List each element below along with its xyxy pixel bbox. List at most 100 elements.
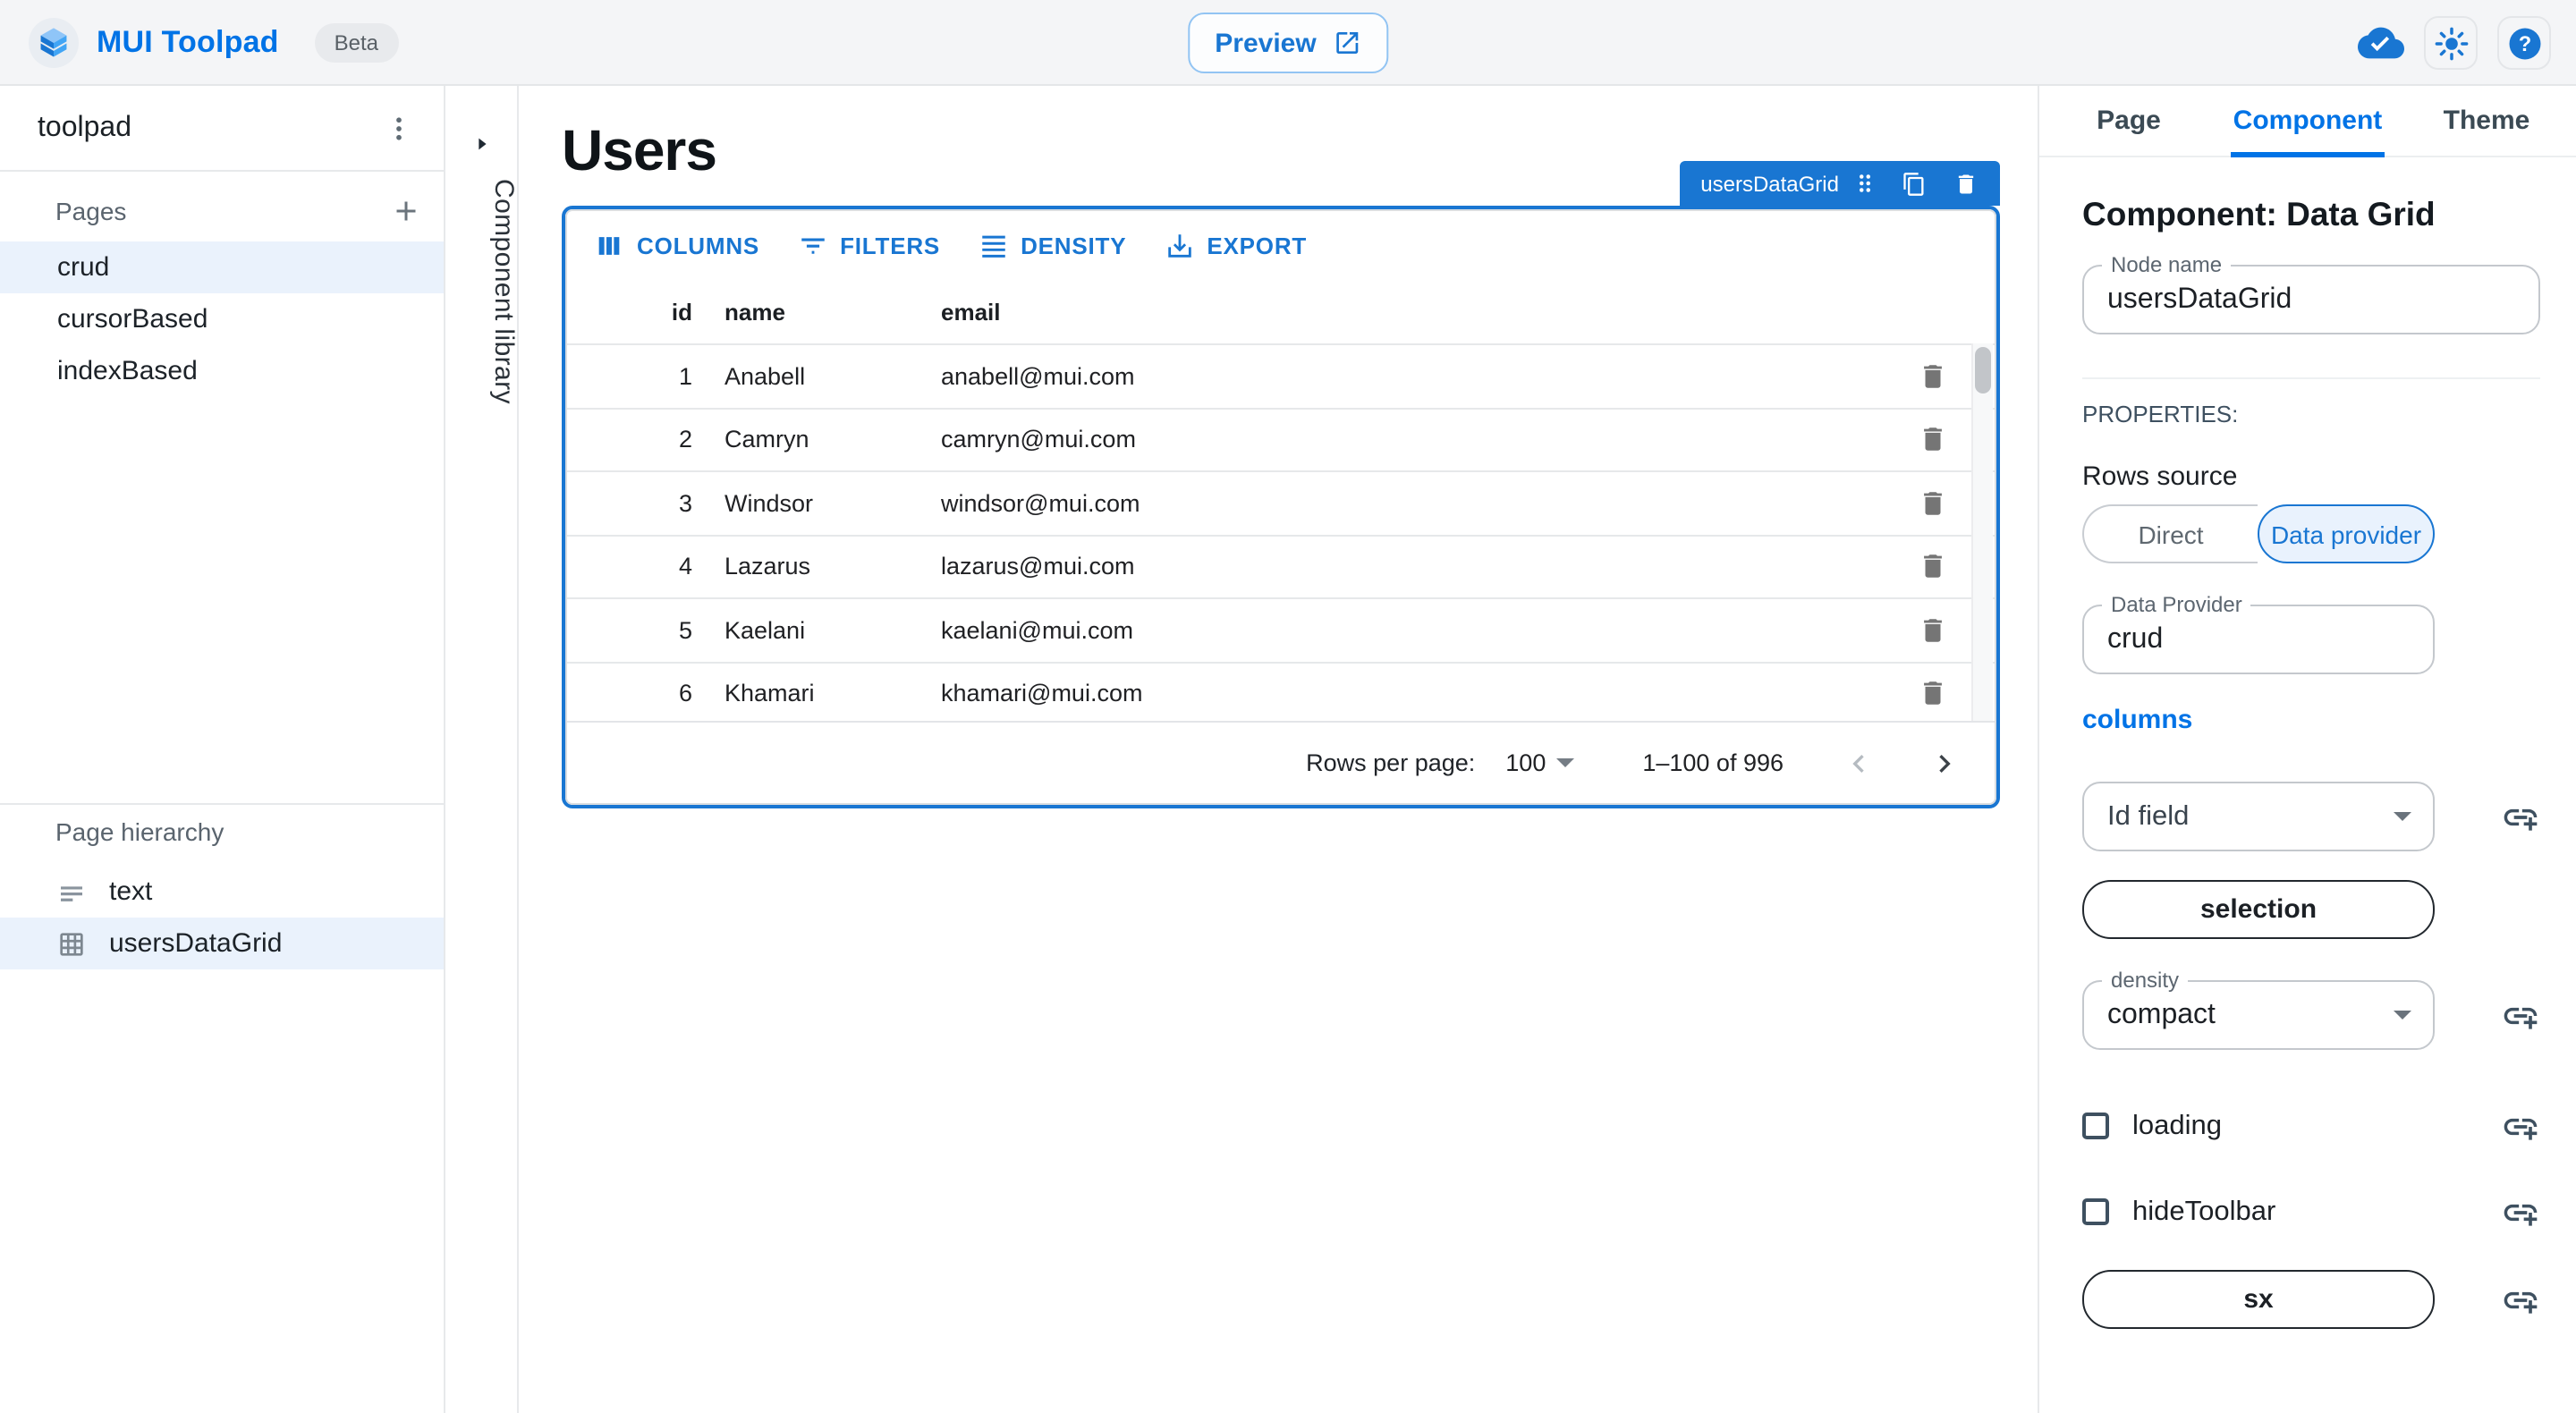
grid-toolbar-filters-button[interactable]: FILTERS <box>781 221 956 269</box>
project-menu-button[interactable] <box>383 112 415 144</box>
cell-name: Kaelani <box>724 617 941 644</box>
grid-toolbar-density-button[interactable]: DENSITY <box>962 221 1142 269</box>
cell-email: camryn@mui.com <box>941 427 1918 453</box>
hierarchy-item-usersDataGrid[interactable]: usersDataGrid <box>0 918 444 969</box>
grid-row[interactable]: 6 Khamari khamari@mui.com <box>567 661 1995 721</box>
tab-page[interactable]: Page <box>2039 86 2218 156</box>
cell-name: Lazarus <box>724 554 941 580</box>
node-name-label: Node name <box>2102 252 2231 277</box>
bind-density-button[interactable] <box>2501 995 2540 1035</box>
columns-icon <box>594 230 624 260</box>
drag-handle-icon[interactable] <box>1852 170 1878 197</box>
trash-icon <box>1918 425 1948 455</box>
component-library-expand-button[interactable] <box>445 125 519 161</box>
column-header-id[interactable]: id <box>581 298 692 325</box>
selection-button[interactable]: selection <box>2082 880 2435 939</box>
bind-hide-toolbar-button[interactable] <box>2501 1192 2540 1231</box>
bind-loading-button[interactable] <box>2501 1106 2540 1146</box>
component-library-label: Component library <box>445 179 519 404</box>
add-page-button[interactable] <box>390 195 422 227</box>
rows-source-direct-button[interactable]: Direct <box>2082 504 2258 563</box>
node-name-field[interactable]: Node name usersDataGrid <box>2082 265 2540 334</box>
cloud-synced-icon <box>2358 20 2404 66</box>
rows-per-page-select[interactable]: 100 <box>1505 749 1574 776</box>
id-field-value: Id field <box>2107 800 2189 833</box>
data-provider-value: crud <box>2107 623 2163 656</box>
column-header-email[interactable]: email <box>941 298 1995 325</box>
hierarchy-item-label: usersDataGrid <box>109 928 282 959</box>
help-button[interactable]: ? <box>2497 16 2551 70</box>
cell-id: 2 <box>581 427 692 453</box>
column-header-name[interactable]: name <box>724 298 941 325</box>
hide-toolbar-label: hideToolbar <box>2132 1196 2275 1228</box>
grid-toolbar-export-button[interactable]: EXPORT <box>1148 221 1323 269</box>
tab-theme[interactable]: Theme <box>2397 86 2576 156</box>
datagrid: COLUMNS FILTERS DENSITY EXPORT id nameema… <box>565 209 1996 805</box>
density-label: density <box>2102 968 2188 993</box>
beta-badge: Beta <box>315 22 398 62</box>
hierarchy-item-text[interactable]: text <box>0 866 444 918</box>
grid-row[interactable]: 2 Camryn camryn@mui.com <box>567 407 1995 470</box>
data-provider-field[interactable]: Data Provider crud <box>2082 605 2435 674</box>
previous-page-button[interactable] <box>1841 745 1877 781</box>
project-header: toolpad <box>0 86 444 172</box>
page-hierarchy-header: Page hierarchy <box>0 808 444 855</box>
text-component-icon <box>57 877 86 906</box>
delete-component-button[interactable] <box>1953 171 1979 196</box>
theme-toggle-button[interactable] <box>2424 16 2478 70</box>
loading-row: loading <box>2082 1096 2540 1155</box>
grid-row[interactable]: 3 Windsor windsor@mui.com <box>567 470 1995 534</box>
vertical-scrollbar-track <box>1971 343 1993 721</box>
datagrid-footer: Rows per page: 100 1–100 of 996 <box>567 721 1995 803</box>
sidebar-page-crud[interactable]: crud <box>0 241 444 293</box>
row-delete-button[interactable] <box>1918 679 1948 709</box>
vertical-scrollbar-thumb[interactable] <box>1975 347 1991 393</box>
grid-toolbar-columns-button[interactable]: COLUMNS <box>578 221 775 269</box>
toolpad-editor: MUI Toolpad Beta Preview ? <box>0 0 2576 1413</box>
bind-sx-button[interactable] <box>2501 1280 2540 1319</box>
next-page-button[interactable] <box>1927 745 1962 781</box>
id-field-select[interactable]: Id field <box>2082 782 2435 851</box>
row-delete-button[interactable] <box>1918 615 1948 646</box>
datagrid-toolbar: COLUMNS FILTERS DENSITY EXPORT <box>567 211 1995 279</box>
density-row: density compact <box>2082 980 2540 1050</box>
page-hierarchy-section: Page hierarchy text usersDataGrid <box>0 803 444 969</box>
inspector-panel: PageComponentTheme Component: Data Grid … <box>2038 86 2576 1413</box>
bind-id-field-button[interactable] <box>2501 797 2540 836</box>
density-select[interactable]: density compact <box>2082 980 2435 1050</box>
add-link-icon <box>2501 1106 2540 1146</box>
hide-toolbar-checkbox[interactable] <box>2082 1198 2109 1225</box>
datagrid-component[interactable]: usersDataGrid COLUMNS FILTERS DENSITY <box>562 206 2000 808</box>
row-delete-button[interactable] <box>1918 488 1948 519</box>
rows-source-data-provider-button[interactable]: Data provider <box>2258 504 2435 563</box>
export-icon <box>1164 230 1194 260</box>
density-icon <box>978 230 1008 260</box>
sx-button[interactable]: sx <box>2082 1270 2435 1329</box>
data-provider-label: Data Provider <box>2102 592 2251 617</box>
grid-row[interactable]: 1 Anabell anabell@mui.com <box>567 343 1995 407</box>
grid-row[interactable]: 4 Lazarus lazarus@mui.com <box>567 534 1995 597</box>
columns-link[interactable]: columns <box>2082 705 2192 735</box>
loading-checkbox[interactable] <box>2082 1113 2109 1139</box>
grid-row[interactable]: 5 Kaelani kaelani@mui.com <box>567 597 1995 661</box>
tab-component[interactable]: Component <box>2218 86 2397 156</box>
sx-row: sx <box>2082 1270 2540 1329</box>
sidebar-page-cursorBased[interactable]: cursorBased <box>0 293 444 345</box>
chevron-down-icon <box>2394 1011 2411 1020</box>
inspector-title: Component: Data Grid <box>2082 195 2538 234</box>
row-delete-button[interactable] <box>1918 552 1948 582</box>
cell-name: Windsor <box>724 490 941 517</box>
row-delete-button[interactable] <box>1918 425 1948 455</box>
duplicate-component-button[interactable] <box>1902 171 1927 196</box>
row-delete-button[interactable] <box>1918 361 1948 392</box>
cell-email: khamari@mui.com <box>941 681 1918 707</box>
header-actions: ? <box>2358 0 2551 86</box>
svg-text:?: ? <box>2518 32 2530 55</box>
trash-icon <box>1918 552 1948 582</box>
preview-button[interactable]: Preview <box>1188 13 1387 73</box>
node-name-value: usersDataGrid <box>2107 283 2292 316</box>
sidebar-page-indexBased[interactable]: indexBased <box>0 345 444 397</box>
trash-icon <box>1918 361 1948 392</box>
page-item-label: cursorBased <box>57 304 208 334</box>
add-link-icon <box>2501 1192 2540 1231</box>
